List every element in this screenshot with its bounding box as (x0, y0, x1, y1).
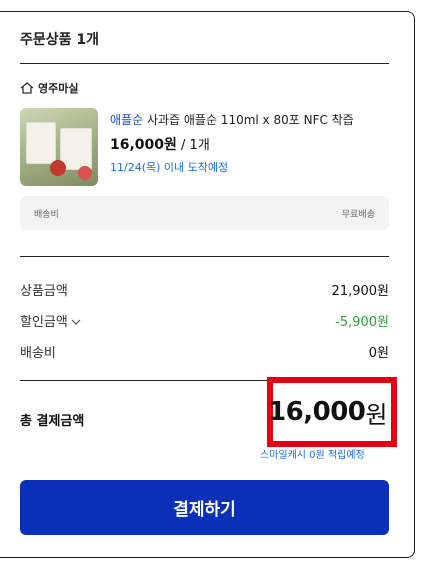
total-amount-value: 16,000 (268, 397, 366, 427)
product-brand: 애플순 (110, 113, 144, 127)
shipping-label: 배송비 (34, 209, 59, 220)
store-name: 영주마실 (38, 82, 79, 95)
pay-button[interactable]: 결제하기 (20, 480, 389, 535)
product-thumbnail[interactable] (20, 108, 98, 186)
home-icon (20, 82, 34, 94)
product-amount-label: 상품금액 (20, 284, 68, 299)
section-title: 주문상품 1개 (20, 32, 100, 48)
discount-row: 할인금액 -5,900원 (20, 311, 389, 330)
product-title: 사과즙 애플순 110ml x 80포 NFC 착즙 (143, 113, 354, 127)
product-amount-value: 21,900원 (331, 284, 389, 299)
discount-value: -5,900원 (335, 315, 389, 330)
shipping-cost-value: 0원 (368, 346, 389, 361)
store-link[interactable]: 영주마실 (20, 80, 78, 96)
quantity: / 1개 (176, 138, 210, 153)
discount-toggle[interactable]: 할인금액 (20, 311, 81, 330)
shipping-value: 무료배송 (341, 209, 375, 220)
discount-label: 할인금액 (20, 315, 68, 330)
divider (20, 256, 389, 257)
product-name[interactable]: 애플순 사과즙 애플순 110ml x 80포 NFC 착즙 (110, 111, 354, 128)
total-amount-unit: 원 (365, 400, 387, 429)
product-amount-row: 상품금액 21,900원 (20, 280, 389, 299)
shipping-cost-label: 배송비 (20, 346, 56, 361)
chevron-down-icon (71, 319, 81, 325)
delivery-estimate: 11/24(목) 이내 도착예정 (110, 161, 229, 174)
shipping-row: 배송비 0원 (20, 342, 389, 361)
total-amount: 16,000 원 (267, 377, 397, 447)
total-label: 총 결제금액 (20, 414, 85, 429)
divider (20, 63, 389, 64)
price-value: 16,000원 (110, 137, 177, 153)
product-price: 16,000원 / 1개 (110, 134, 210, 154)
shipping-info: 배송비 무료배송 (20, 196, 389, 230)
points-note: 스마일캐시 0원 적립예정 (260, 450, 365, 461)
